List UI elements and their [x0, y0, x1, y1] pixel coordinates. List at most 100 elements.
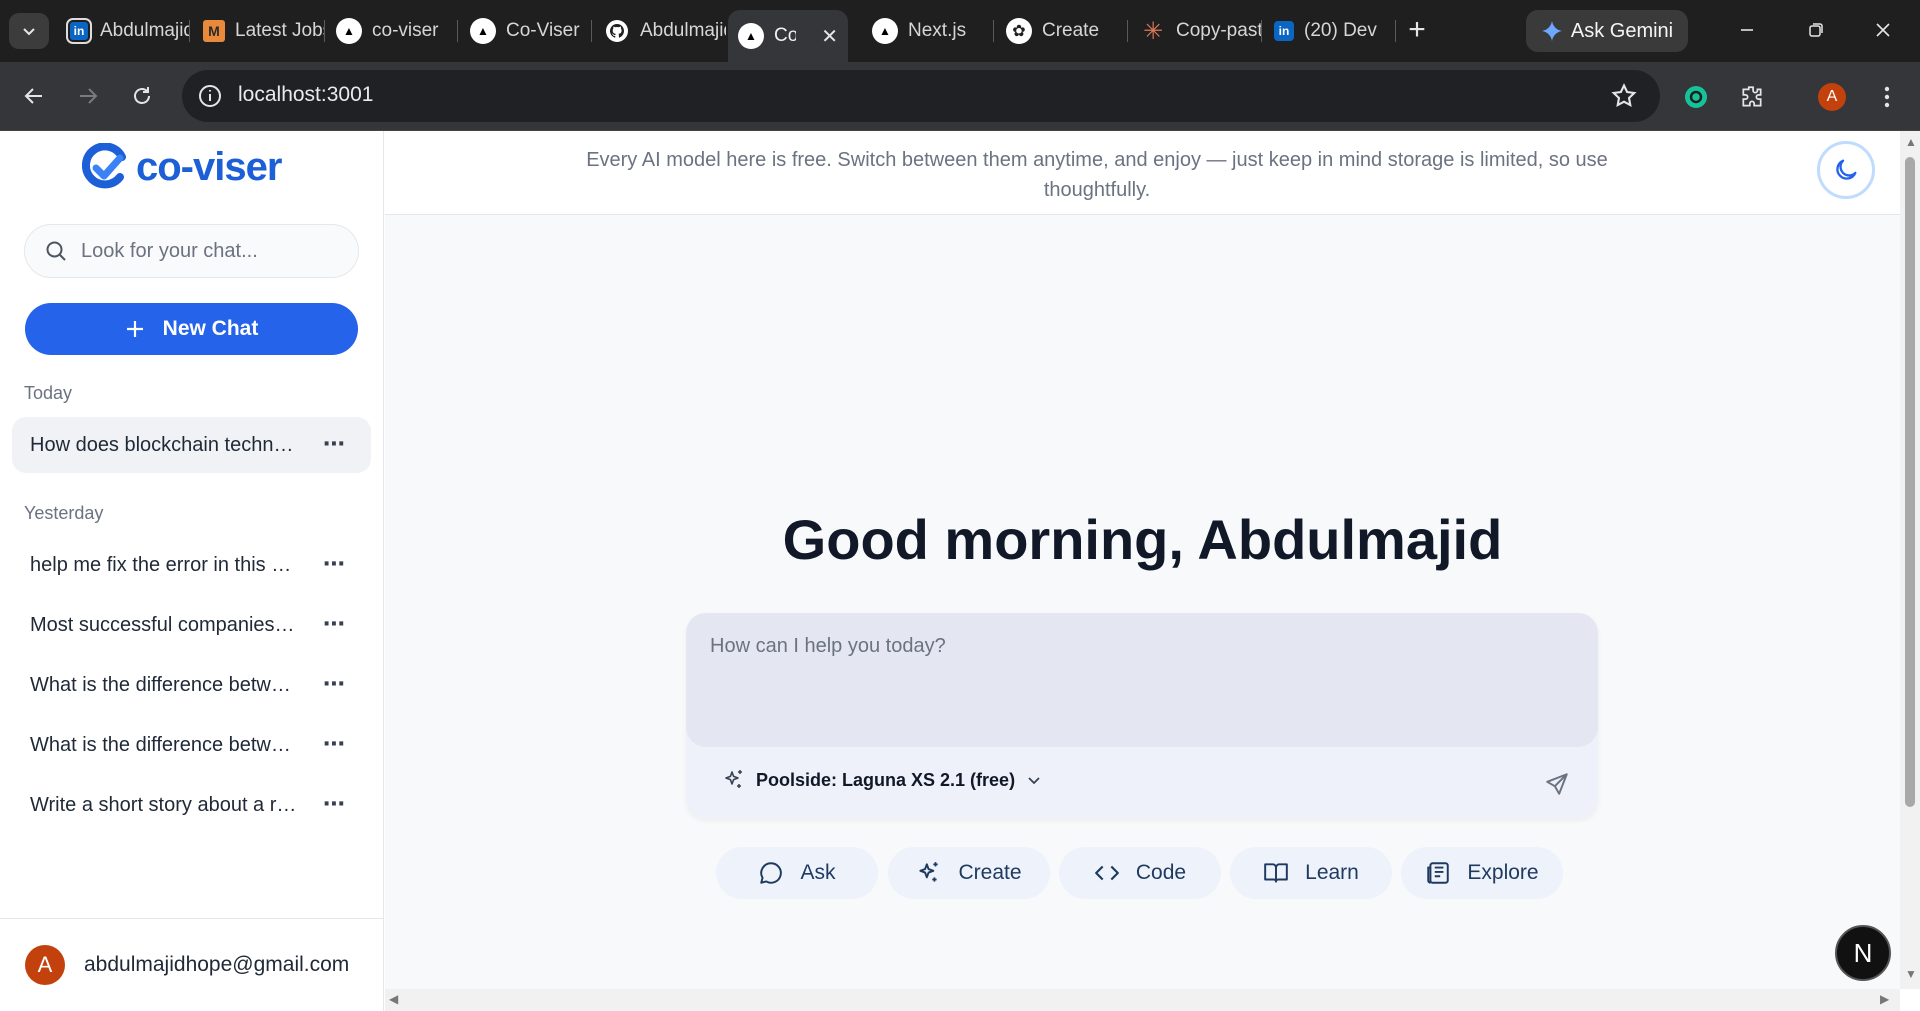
tab-6-active[interactable]: ▲ Co-Viser ✕: [728, 10, 848, 62]
linkedin-icon: in: [66, 18, 92, 44]
reload-icon: [134, 87, 150, 104]
vertical-scrollbar[interactable]: ▲ ▼: [1900, 131, 1920, 989]
extensions-puzzle-icon[interactable]: [1735, 80, 1769, 114]
action-explore-button[interactable]: Explore: [1401, 847, 1563, 899]
model-selector[interactable]: Poolside: Laguna XS 2.1 (free): [722, 768, 1043, 792]
ask-gemini-button[interactable]: Ask Gemini: [1526, 10, 1688, 52]
chat-title: What is the difference between AI and ML…: [30, 673, 300, 696]
more-options-icon[interactable]: ⋯: [323, 791, 346, 817]
grammarly-extension-icon[interactable]: [1679, 80, 1713, 114]
tab-separator: [324, 20, 325, 42]
tab-1[interactable]: in Abdulmajid: [58, 12, 190, 50]
action-label: Learn: [1305, 861, 1359, 884]
tab-separator: [1127, 20, 1128, 42]
new-tab-button[interactable]: +: [1400, 14, 1434, 48]
scroll-left-arrow-icon[interactable]: ◀: [389, 992, 398, 1006]
send-button[interactable]: [1540, 767, 1574, 801]
avatar: A: [25, 945, 65, 985]
close-window-button[interactable]: [1858, 12, 1908, 48]
chat-title: help me fix the error in this code: [30, 553, 300, 576]
tab-9[interactable]: ✳ Copy-paste: [1130, 12, 1262, 50]
user-account[interactable]: A abdulmajidhope@gmail.com: [0, 918, 384, 1011]
nextjs-devtools-button[interactable]: N: [1835, 925, 1891, 981]
action-create-button[interactable]: Create: [888, 847, 1050, 899]
code-brackets-icon: [1094, 865, 1119, 881]
tab-7[interactable]: ▲ Next.js: [862, 12, 994, 50]
chat-search-input[interactable]: [81, 239, 331, 263]
more-options-icon[interactable]: ⋯: [323, 431, 346, 457]
banner-text: Every AI model here is free. Switch betw…: [586, 149, 1608, 201]
browser-menu-icon[interactable]: [1870, 80, 1904, 114]
profile-avatar[interactable]: A: [1815, 80, 1849, 114]
sidebar: co-viser New Chat Today How does blockch…: [0, 131, 384, 1011]
bookmark-star-icon[interactable]: [1610, 82, 1638, 110]
main-content: Every AI model here is free. Switch betw…: [385, 131, 1900, 989]
group-label-yesterday: Yesterday: [24, 503, 104, 523]
tab-title: (20) Dev: [1304, 20, 1377, 41]
chat-history-item[interactable]: How does blockchain technology work? ⋯: [12, 417, 371, 473]
chevron-down-icon: [1028, 777, 1040, 785]
scroll-down-arrow-icon[interactable]: ▼: [1905, 967, 1917, 981]
chat-history-item[interactable]: Most successful companies in the world ⋯: [12, 597, 371, 653]
tab-3[interactable]: ▲ co-viser: [326, 12, 458, 50]
chat-history-item[interactable]: What is the difference between AI and ML…: [12, 657, 371, 713]
github-icon: [604, 18, 630, 44]
tab-5[interactable]: Abdulmajid: [594, 12, 726, 50]
chat-title: Write a short story about a robot: [30, 793, 300, 816]
tab-separator: [189, 20, 190, 42]
scrollbar-thumb[interactable]: [1905, 157, 1915, 807]
chat-history-item[interactable]: help me fix the error in this code ⋯: [12, 537, 371, 593]
claude-icon: ✳: [1142, 17, 1164, 45]
more-options-icon[interactable]: ⋯: [323, 611, 346, 637]
nextjs-badge-letter: N: [1853, 937, 1873, 968]
action-ask-button[interactable]: Ask: [716, 847, 878, 899]
chevron-down-icon: [23, 28, 35, 36]
site-info-icon[interactable]: [196, 82, 224, 110]
browser-tab-bar: in Abdulmajid M Latest Jobs ▲ co-viser ▲…: [0, 0, 1920, 62]
tab-10[interactable]: in (20) Dev: [1264, 12, 1396, 50]
action-code-button[interactable]: Code: [1059, 847, 1221, 899]
arrow-right-icon: [80, 88, 98, 104]
new-chat-label: New Chat: [162, 317, 259, 340]
action-learn-button[interactable]: Learn: [1230, 847, 1392, 899]
tab-separator: [1261, 20, 1262, 42]
reload-button[interactable]: [122, 76, 162, 116]
linkedin-icon: in: [1274, 21, 1294, 41]
more-options-icon[interactable]: ⋯: [323, 731, 346, 757]
back-button[interactable]: [14, 76, 54, 116]
plus-icon: [126, 321, 143, 337]
newspaper-icon: [1427, 862, 1450, 884]
brand-logo[interactable]: co-viser: [82, 143, 282, 191]
chat-history-item[interactable]: Write a short story about a robot ⋯: [12, 777, 371, 833]
tab-2[interactable]: M Latest Jobs: [193, 12, 325, 50]
more-options-icon[interactable]: ⋯: [323, 551, 346, 577]
forward-button[interactable]: [68, 76, 108, 116]
tab-4[interactable]: ▲ Co-Viser: [460, 12, 592, 50]
horizontal-scrollbar[interactable]: ◀ ▶: [385, 989, 1900, 1011]
tab-separator: [591, 20, 592, 42]
prompt-input[interactable]: [686, 613, 1598, 747]
more-options-icon[interactable]: ⋯: [323, 671, 346, 697]
tab-title: co-viser: [372, 20, 439, 41]
new-chat-button[interactable]: New Chat: [25, 303, 358, 355]
tab-separator: [993, 20, 994, 42]
chat-history-item[interactable]: What is the difference between React and…: [12, 717, 371, 773]
theme-toggle-button[interactable]: [1817, 141, 1875, 199]
address-bar[interactable]: localhost:3001: [182, 70, 1660, 122]
ask-gemini-label: Ask Gemini: [1570, 19, 1674, 42]
scroll-up-arrow-icon[interactable]: ▲: [1905, 135, 1917, 149]
chat-search[interactable]: [24, 224, 359, 278]
vercel-icon: ▲: [470, 18, 496, 44]
minimize-button[interactable]: [1722, 12, 1772, 48]
tab-search-dropdown[interactable]: [9, 13, 49, 49]
scroll-right-arrow-icon[interactable]: ▶: [1880, 992, 1889, 1006]
search-icon: [46, 241, 66, 261]
tab-8[interactable]: ✿ Create: [996, 12, 1128, 50]
sparkles-icon: [725, 770, 742, 788]
model-name: Poolside: Laguna XS 2.1 (free): [756, 769, 1016, 790]
chatgpt-icon: ✿: [1006, 18, 1032, 44]
tab-title: Copy-paste: [1176, 20, 1262, 41]
restore-button[interactable]: [1791, 12, 1841, 48]
close-tab-icon[interactable]: ✕: [821, 24, 838, 49]
user-email: abdulmajidhope@gmail.com: [84, 953, 350, 976]
